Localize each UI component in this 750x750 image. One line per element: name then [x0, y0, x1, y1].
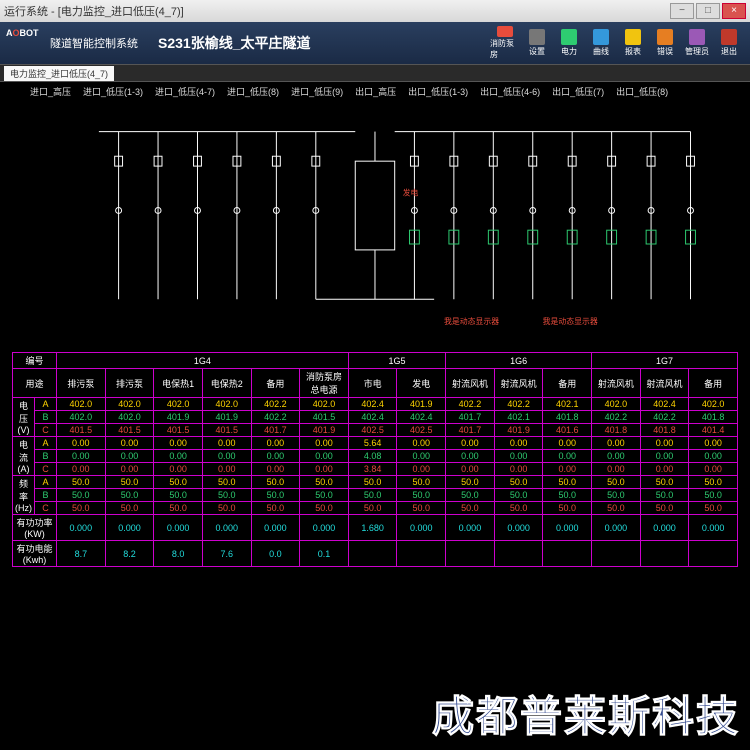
sub-tabs: 进口_高压进口_低压(1-3) 进口_低压(4-7) 进口_低压(8) 进口_低压(9…	[0, 82, 750, 102]
app-header: AOBOT 隧道智能控制系统 S231张榆线_太平庄隧道 消防泵房设置电力曲线报…	[0, 22, 750, 64]
gen-label: 发电	[403, 188, 419, 198]
subtab[interactable]: 出口_低压(7)	[552, 85, 604, 99]
data-grid: 编号1G41G51G61G7用途排污泵排污泵电保热1电保热2备用消防泵房总电源市…	[12, 352, 738, 567]
subtab[interactable]: 出口_低压(8)	[616, 85, 668, 99]
toolbar-设置[interactable]: 设置	[522, 26, 552, 60]
subtab[interactable]: 进口_低压(8)	[227, 85, 279, 99]
toolbar-报表[interactable]: 报表	[618, 26, 648, 60]
subtab[interactable]: 进口_低压(4-7)	[155, 85, 215, 99]
window-titlebar: 运行系统 - [电力监控_进口低压(4_7)] − □ ×	[0, 0, 750, 22]
subtab[interactable]: 进口_低压(9)	[291, 85, 343, 99]
single-line-diagram: 发电 我是动态显示器 我是动态显示器	[20, 102, 730, 352]
line-title: S231张榆线_太平庄隧道	[158, 33, 310, 53]
dyn-label-2: 我是动态显示器	[543, 316, 598, 326]
subtab[interactable]: 进口_低压(1-3)	[83, 85, 143, 99]
toolbar-曲线[interactable]: 曲线	[586, 26, 616, 60]
toolbar-错误[interactable]: 错误	[650, 26, 680, 60]
close-button[interactable]: ×	[722, 3, 746, 19]
subtab[interactable]: 出口_低压(1-3)	[408, 85, 468, 99]
toolbar-退出[interactable]: 退出	[714, 26, 744, 60]
subtab[interactable]: 出口_低压(4-6)	[480, 85, 540, 99]
dyn-label-1: 我是动态显示器	[444, 316, 499, 326]
watermark: 成都普莱斯科技	[432, 683, 740, 744]
logo: AOBOT	[6, 28, 46, 58]
toolbar-消防泵房[interactable]: 消防泵房	[490, 26, 520, 60]
subtab[interactable]: 进口_高压	[30, 85, 71, 99]
toolbar: 消防泵房设置电力曲线报表错误管理员退出	[490, 26, 744, 60]
active-tab[interactable]: 电力监控_进口低压(4_7)	[4, 66, 114, 81]
toolbar-电力[interactable]: 电力	[554, 26, 584, 60]
tab-bar: 电力监控_进口低压(4_7)	[0, 64, 750, 82]
maximize-button[interactable]: □	[696, 3, 720, 19]
subtab[interactable]: 出口_高压	[355, 85, 396, 99]
toolbar-管理员[interactable]: 管理员	[682, 26, 712, 60]
system-name: 隧道智能控制系统	[50, 35, 138, 51]
minimize-button[interactable]: −	[670, 3, 694, 19]
window-title: 运行系统 - [电力监控_进口低压(4_7)]	[4, 3, 184, 19]
